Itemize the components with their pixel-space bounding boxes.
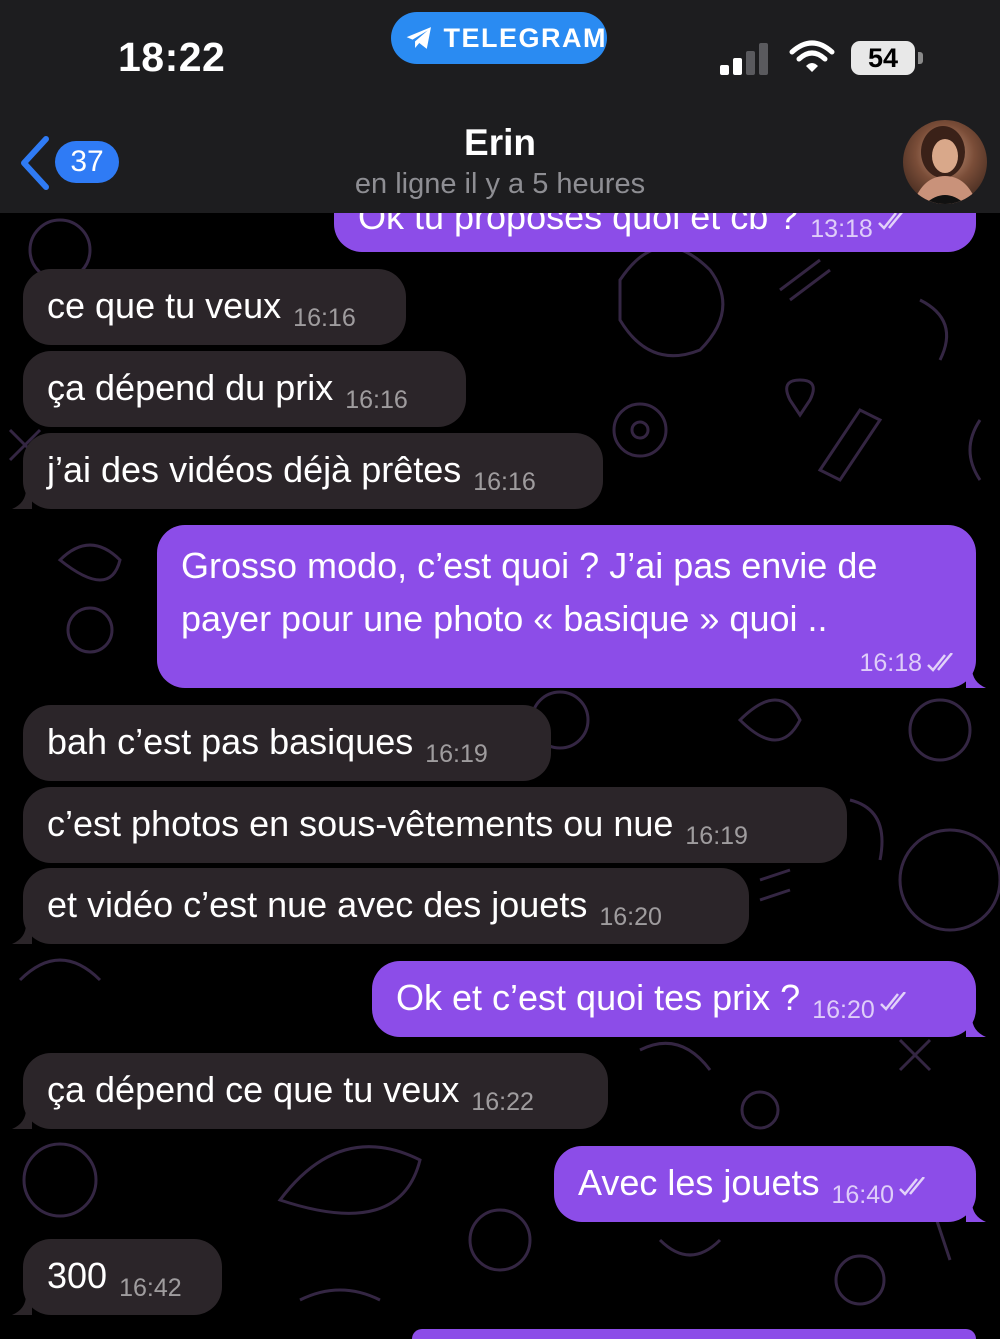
battery-tip: [918, 52, 923, 64]
wifi-icon: [789, 40, 835, 72]
message-time: 16:20: [812, 996, 875, 1024]
bubble-tail: [966, 1017, 986, 1037]
message-text: Ok et c’est quoi tes prix ?: [396, 977, 801, 1018]
telegram-plane-icon: [406, 27, 431, 49]
message-text: Avec les jouets: [578, 1162, 820, 1203]
message-incoming[interactable]: c’est photos en sous-vêtements ou nue 16:…: [23, 787, 847, 863]
message-text: ça dépend du prix: [47, 367, 334, 408]
message-incoming[interactable]: ça dépend ce que tu veux 16:22: [23, 1053, 608, 1129]
message-time: 13:18: [810, 215, 873, 243]
status-time: 18:22: [118, 34, 226, 80]
double-check-icon: [899, 1177, 926, 1197]
bubble-tail: [12, 924, 32, 944]
bubble-tail: [966, 668, 986, 688]
bubble-tail: [966, 1202, 986, 1222]
message-text: bah c’est pas basiques: [47, 721, 414, 762]
message-outgoing[interactable]: Grosso modo, c’est quoi ? J’ai pas envie…: [157, 525, 976, 688]
bubble-tail: [12, 489, 32, 509]
message-time: 16:16: [293, 304, 356, 332]
message-text: ce que tu veux: [47, 285, 282, 326]
message-text-line2: payer pour une photo « basique » quoi ..: [181, 598, 828, 639]
contact-status: en ligne il y a 5 heures: [354, 168, 646, 200]
message-text: ça dépend ce que tu veux: [47, 1069, 460, 1110]
message-text: j’ai des vidéos déjà prêtes: [47, 449, 462, 490]
message-outgoing[interactable]: Avec les jouets 16:40: [554, 1146, 976, 1222]
bubble-tail: [12, 1295, 32, 1315]
message-text-line1: Grosso modo, c’est quoi ? J’ai pas envie…: [181, 545, 878, 586]
double-check-icon: [879, 992, 906, 1012]
cellular-signal-icon: [720, 43, 768, 75]
double-check-icon: [927, 653, 953, 673]
message-time: 16:40: [831, 1181, 895, 1209]
message-outgoing[interactable]: Ok et c’est quoi tes prix ? 16:20: [372, 961, 976, 1037]
app-pill-label: TELEGRAM: [443, 22, 607, 53]
message-time: 16:20: [599, 903, 662, 931]
double-check-icon: [877, 211, 904, 231]
contact-name[interactable]: Erin: [0, 122, 1000, 164]
message-incoming[interactable]: ça dépend du prix 16:16: [23, 351, 466, 427]
message-text: c’est photos en sous-vêtements ou nue: [47, 803, 674, 844]
message-time: 16:19: [685, 822, 748, 850]
message-time: 16:16: [345, 386, 408, 414]
message-time: 16:22: [471, 1088, 534, 1116]
message-incoming[interactable]: bah c’est pas basiques 16:19: [23, 705, 551, 781]
message-incoming[interactable]: et vidéo c’est nue avec des jouets 16:20: [23, 868, 749, 944]
message-time: 16:42: [119, 1274, 182, 1302]
chat-header: 18:22 TELEGRAM 54 37 Erin en ligne il y …: [0, 0, 1000, 213]
message-time: 16:18: [859, 649, 922, 677]
return-to-app-pill[interactable]: TELEGRAM: [391, 12, 607, 64]
message-text: et vidéo c’est nue avec des jouets: [47, 884, 588, 925]
message-time: 16:19: [425, 740, 488, 768]
bubble-tail: [12, 1109, 32, 1129]
contact-avatar[interactable]: [903, 120, 987, 204]
message-incoming[interactable]: 300 16:42: [23, 1239, 222, 1315]
battery-indicator: 54: [851, 41, 915, 75]
message-time: 16:16: [473, 468, 536, 496]
message-incoming[interactable]: ce que tu veux 16:16: [23, 269, 406, 345]
message-incoming[interactable]: j’ai des vidéos déjà prêtes 16:16: [23, 433, 603, 509]
message-text: 300: [47, 1255, 108, 1296]
message-outgoing-partial: [412, 1329, 976, 1339]
